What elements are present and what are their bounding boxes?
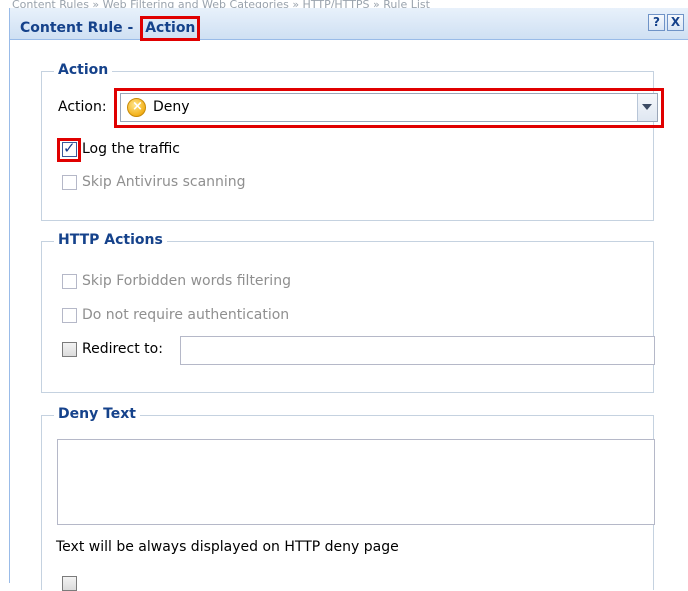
log-traffic-checkbox[interactable]: ✓ <box>62 139 77 157</box>
dialog-title-current: Action <box>140 16 201 41</box>
dialog-title: Content Rule - Action <box>20 16 201 41</box>
dialog-titlebar[interactable]: Content Rule - Action ? X <box>10 8 688 41</box>
skip-antivirus-checkbox[interactable] <box>62 175 77 190</box>
no-auth-checkbox[interactable] <box>62 308 77 323</box>
action-select-trigger[interactable] <box>637 94 657 121</box>
content-rule-dialog: Content Rule - Action ? X Action Action:… <box>9 8 688 591</box>
help-button[interactable]: ? <box>648 14 665 31</box>
checkmark-icon: ✓ <box>63 139 76 157</box>
redirect-checkbox[interactable] <box>62 342 77 357</box>
help-icon: ? <box>653 15 660 29</box>
chevron-down-icon <box>642 104 652 110</box>
cutoff-checkbox[interactable] <box>62 576 77 591</box>
skip-antivirus-label: Skip Antivirus scanning <box>82 174 246 190</box>
close-button[interactable]: X <box>667 14 684 31</box>
dialog-title-prefix: Content Rule - <box>20 20 139 36</box>
redirect-url-input[interactable] <box>180 336 655 365</box>
skip-forbidden-label: Skip Forbidden words filtering <box>82 273 291 289</box>
no-auth-label: Do not require authentication <box>82 307 290 323</box>
http-actions-legend: HTTP Actions <box>54 232 167 248</box>
deny-icon: × <box>127 98 146 117</box>
action-label: Action: <box>58 99 107 115</box>
deny-text-area[interactable] <box>57 439 655 525</box>
deny-text-legend: Deny Text <box>54 406 140 422</box>
redirect-label: Redirect to: <box>82 341 163 357</box>
deny-text-note: Text will be always displayed on HTTP de… <box>56 539 399 555</box>
log-traffic-label: Log the traffic <box>82 141 180 157</box>
action-select-value: Deny <box>153 99 190 115</box>
close-icon: X <box>670 15 681 29</box>
skip-forbidden-checkbox[interactable] <box>62 274 77 289</box>
action-legend: Action <box>54 62 113 78</box>
action-select[interactable]: × Deny <box>120 93 658 122</box>
